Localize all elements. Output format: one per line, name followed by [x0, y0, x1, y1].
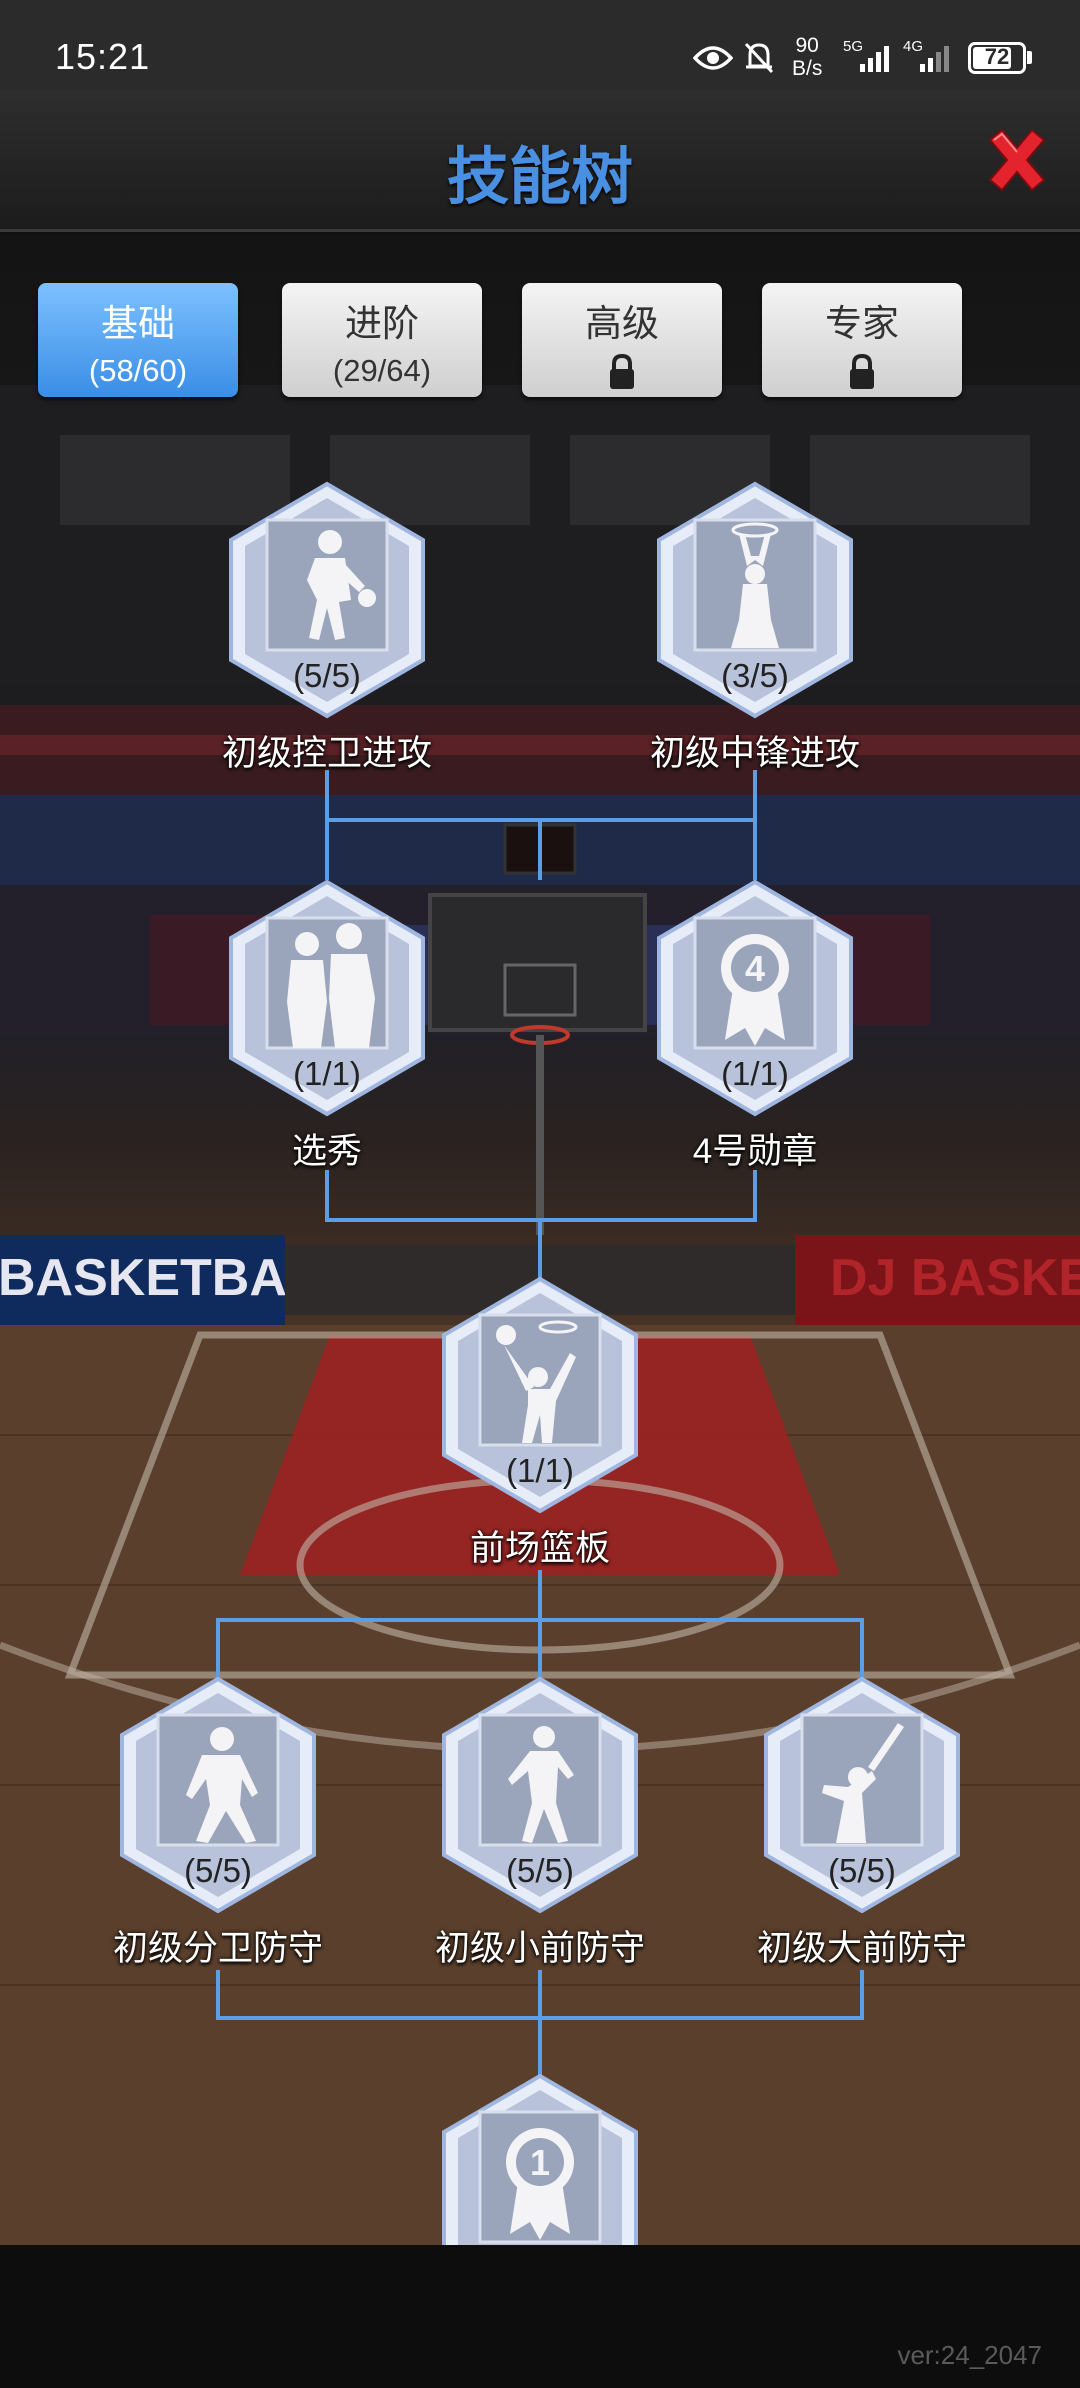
- skill-count: (5/5): [828, 1852, 896, 1889]
- skill-node-pg-offense[interactable]: (5/5): [227, 480, 427, 720]
- skill-count: (1/1): [506, 1452, 574, 1489]
- skill-count: (5/5): [184, 1852, 252, 1889]
- skill-node-draft[interactable]: (1/1): [227, 878, 427, 1118]
- skill-count: (1/1): [721, 1055, 789, 1092]
- skill-node-medal-1[interactable]: 1: [440, 2072, 640, 2245]
- skill-label: 初级分卫防守: [112, 1929, 323, 1968]
- skill-label: 前场篮板: [469, 1529, 610, 1568]
- skill-label: 初级小前防守: [434, 1929, 645, 1968]
- skill-label: 初级控卫进攻: [221, 734, 432, 773]
- skill-count: (3/5): [721, 657, 789, 694]
- medal-1-icon: 1: [442, 2073, 638, 2245]
- skill-count: (5/5): [506, 1852, 574, 1889]
- skill-label: 4号勋章: [692, 1132, 818, 1171]
- medal-1-number: 1: [530, 2142, 550, 2183]
- skill-count: (1/1): [293, 1055, 361, 1092]
- skill-node-medal-4[interactable]: 4 (1/1): [655, 878, 855, 1118]
- skill-label: 初级大前防守: [756, 1929, 967, 1968]
- skill-count: (5/5): [293, 657, 361, 694]
- skill-node-pf-defense[interactable]: (5/5): [762, 1675, 962, 1915]
- skill-node-c-offense[interactable]: (3/5): [655, 480, 855, 720]
- skill-node-frontcourt-rebound[interactable]: (1/1): [440, 1275, 640, 1515]
- skill-label: 选秀: [291, 1132, 362, 1171]
- version-label: ver:24_2047: [897, 2340, 1042, 2370]
- skill-tree-connectors: [216, 770, 864, 2080]
- skill-node-sg-defense[interactable]: (5/5): [118, 1675, 318, 1915]
- skill-label: 初级中锋进攻: [649, 734, 860, 773]
- skill-node-sf-defense[interactable]: (5/5): [440, 1675, 640, 1915]
- medal-4-number: 4: [745, 948, 765, 989]
